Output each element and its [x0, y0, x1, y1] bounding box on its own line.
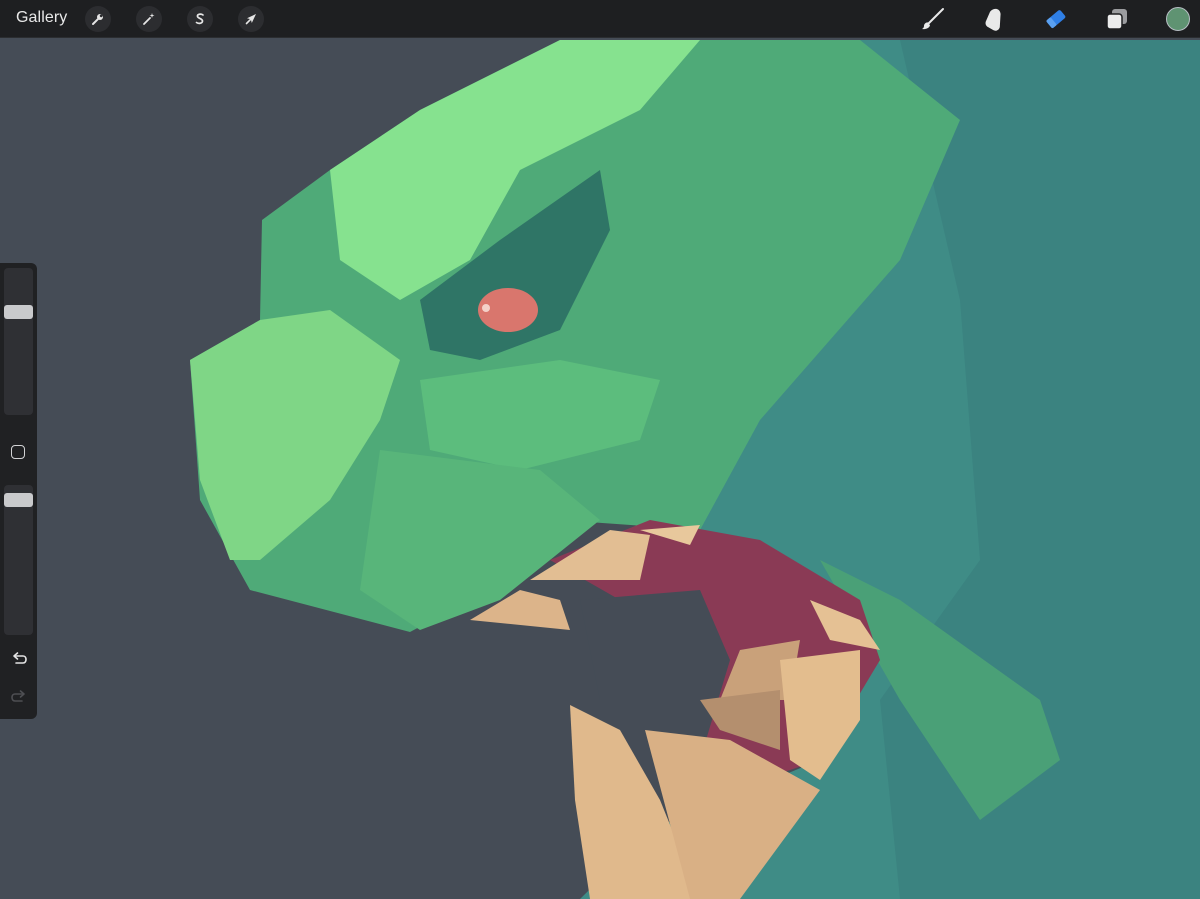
actions-button[interactable] [85, 6, 111, 32]
eye-glint [482, 304, 490, 312]
smudge-tool-button[interactable] [980, 5, 1008, 33]
brush-size-slider[interactable] [4, 268, 33, 415]
modify-button[interactable] [11, 445, 25, 459]
opacity-slider[interactable] [4, 485, 33, 635]
selection-s-icon [195, 13, 204, 25]
paintbrush-icon [922, 8, 944, 30]
left-sidebar [0, 263, 37, 719]
drawing-canvas[interactable] [0, 0, 1200, 899]
adjustments-button[interactable] [136, 6, 162, 32]
eraser-icon [1046, 10, 1066, 29]
layers-button[interactable] [1103, 5, 1131, 33]
opacity-thumb[interactable] [4, 493, 33, 508]
transform-button[interactable] [238, 6, 264, 32]
redo-button[interactable] [9, 687, 28, 706]
eraser-tool-button[interactable] [1042, 5, 1070, 33]
redo-icon [10, 689, 25, 702]
smudge-finger-icon [985, 8, 1001, 31]
wrench-icon [92, 14, 103, 25]
gallery-button[interactable]: Gallery [16, 9, 67, 27]
magic-wand-icon [143, 13, 155, 25]
color-swatch-button[interactable] [1166, 7, 1190, 31]
arrow-cursor-icon [245, 14, 256, 25]
brush-size-thumb[interactable] [4, 305, 33, 320]
undo-button[interactable] [9, 649, 28, 668]
top-toolbar: Gallery [0, 0, 1200, 38]
selection-button[interactable] [187, 6, 213, 32]
layers-icon [1106, 9, 1127, 30]
brush-tool-button[interactable] [919, 5, 947, 33]
undo-icon [12, 651, 27, 664]
